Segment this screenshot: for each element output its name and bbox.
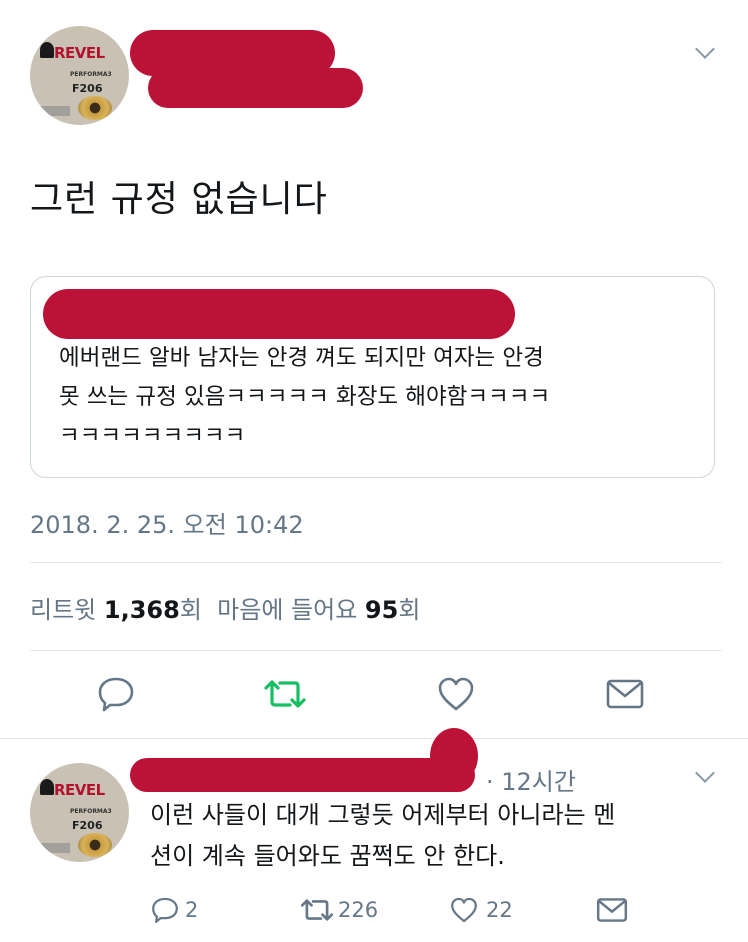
divider bbox=[30, 650, 722, 651]
heart-icon bbox=[451, 897, 477, 923]
retweet-icon bbox=[264, 680, 306, 708]
avatar[interactable]: REVEL PERFORMA3 F206 bbox=[30, 763, 129, 862]
brand-logo-icon bbox=[40, 42, 54, 58]
chevron-down-icon[interactable] bbox=[695, 39, 715, 59]
retweet-icon bbox=[300, 899, 334, 921]
retweet-button[interactable] bbox=[298, 895, 336, 925]
heart-icon bbox=[438, 677, 474, 711]
reply-time[interactable]: · 12시간 bbox=[486, 762, 576, 797]
tweet-text: 그런 규정 없습니다 bbox=[30, 179, 328, 220]
message-icon bbox=[606, 679, 644, 709]
reply-count: 2 bbox=[185, 898, 199, 922]
avatar-sub: PERFORMA3 bbox=[70, 71, 112, 78]
redacted-quoted-author bbox=[43, 289, 515, 339]
like-count[interactable]: 95 bbox=[365, 596, 398, 624]
avatar-model: F206 bbox=[72, 819, 103, 832]
like-button[interactable] bbox=[435, 674, 477, 714]
reply-button[interactable] bbox=[149, 895, 181, 925]
like-unit: 회 bbox=[398, 596, 421, 624]
message-icon bbox=[596, 898, 628, 922]
message-button[interactable] bbox=[604, 676, 646, 712]
message-button[interactable] bbox=[595, 896, 629, 924]
retweet-button[interactable] bbox=[262, 674, 308, 714]
reply-button[interactable] bbox=[95, 674, 137, 714]
quoted-tweet[interactable]: 에버랜드 알바 남자는 안경 껴도 되지만 여자는 안경 못 쓰는 규정 있음ㅋ… bbox=[30, 276, 715, 478]
avatar-brand: REVEL bbox=[54, 44, 105, 62]
speaker-driver-icon bbox=[78, 96, 112, 120]
avatar-brand: REVEL bbox=[54, 781, 105, 799]
like-count: 22 bbox=[486, 898, 513, 922]
retweet-label: 리트윗 bbox=[30, 596, 97, 624]
tweet-timestamp[interactable]: 2018. 2. 25. 오전 10:42 bbox=[30, 505, 304, 540]
redacted-reply-handle bbox=[430, 728, 478, 784]
avatar-sub: PERFORMA3 bbox=[70, 808, 112, 815]
avatar-model: F206 bbox=[72, 82, 103, 95]
redacted-reply-author bbox=[130, 758, 475, 792]
brand-logo-icon bbox=[40, 779, 54, 795]
chevron-down-icon[interactable] bbox=[695, 763, 715, 783]
speaker-driver-icon bbox=[78, 833, 112, 857]
retweet-unit: 회 bbox=[179, 596, 202, 624]
like-label: 마음에 들어요 bbox=[217, 596, 358, 624]
quoted-tweet-text: 에버랜드 알바 남자는 안경 껴도 되지만 여자는 안경 못 쓰는 규정 있음ㅋ… bbox=[59, 345, 551, 449]
avatar-barcode bbox=[40, 843, 70, 853]
avatar-barcode bbox=[40, 106, 70, 116]
redacted-handle bbox=[148, 68, 363, 108]
tweet-separator bbox=[0, 738, 748, 739]
reply-icon bbox=[152, 897, 178, 923]
tweet-stats: 리트윗 1,368회 마음에 들어요 95회 bbox=[30, 590, 420, 625]
reply-tweet-text: 이런 사들이 대개 그렇듯 어제부터 아니라는 멘 션이 계속 들어와도 꿈쩍도… bbox=[150, 801, 616, 870]
retweet-count: 226 bbox=[338, 898, 379, 922]
reply-icon bbox=[98, 677, 134, 712]
like-button[interactable] bbox=[448, 895, 480, 925]
retweet-count[interactable]: 1,368 bbox=[104, 596, 180, 624]
avatar[interactable]: REVEL PERFORMA3 F206 bbox=[30, 26, 129, 125]
divider bbox=[30, 562, 722, 563]
